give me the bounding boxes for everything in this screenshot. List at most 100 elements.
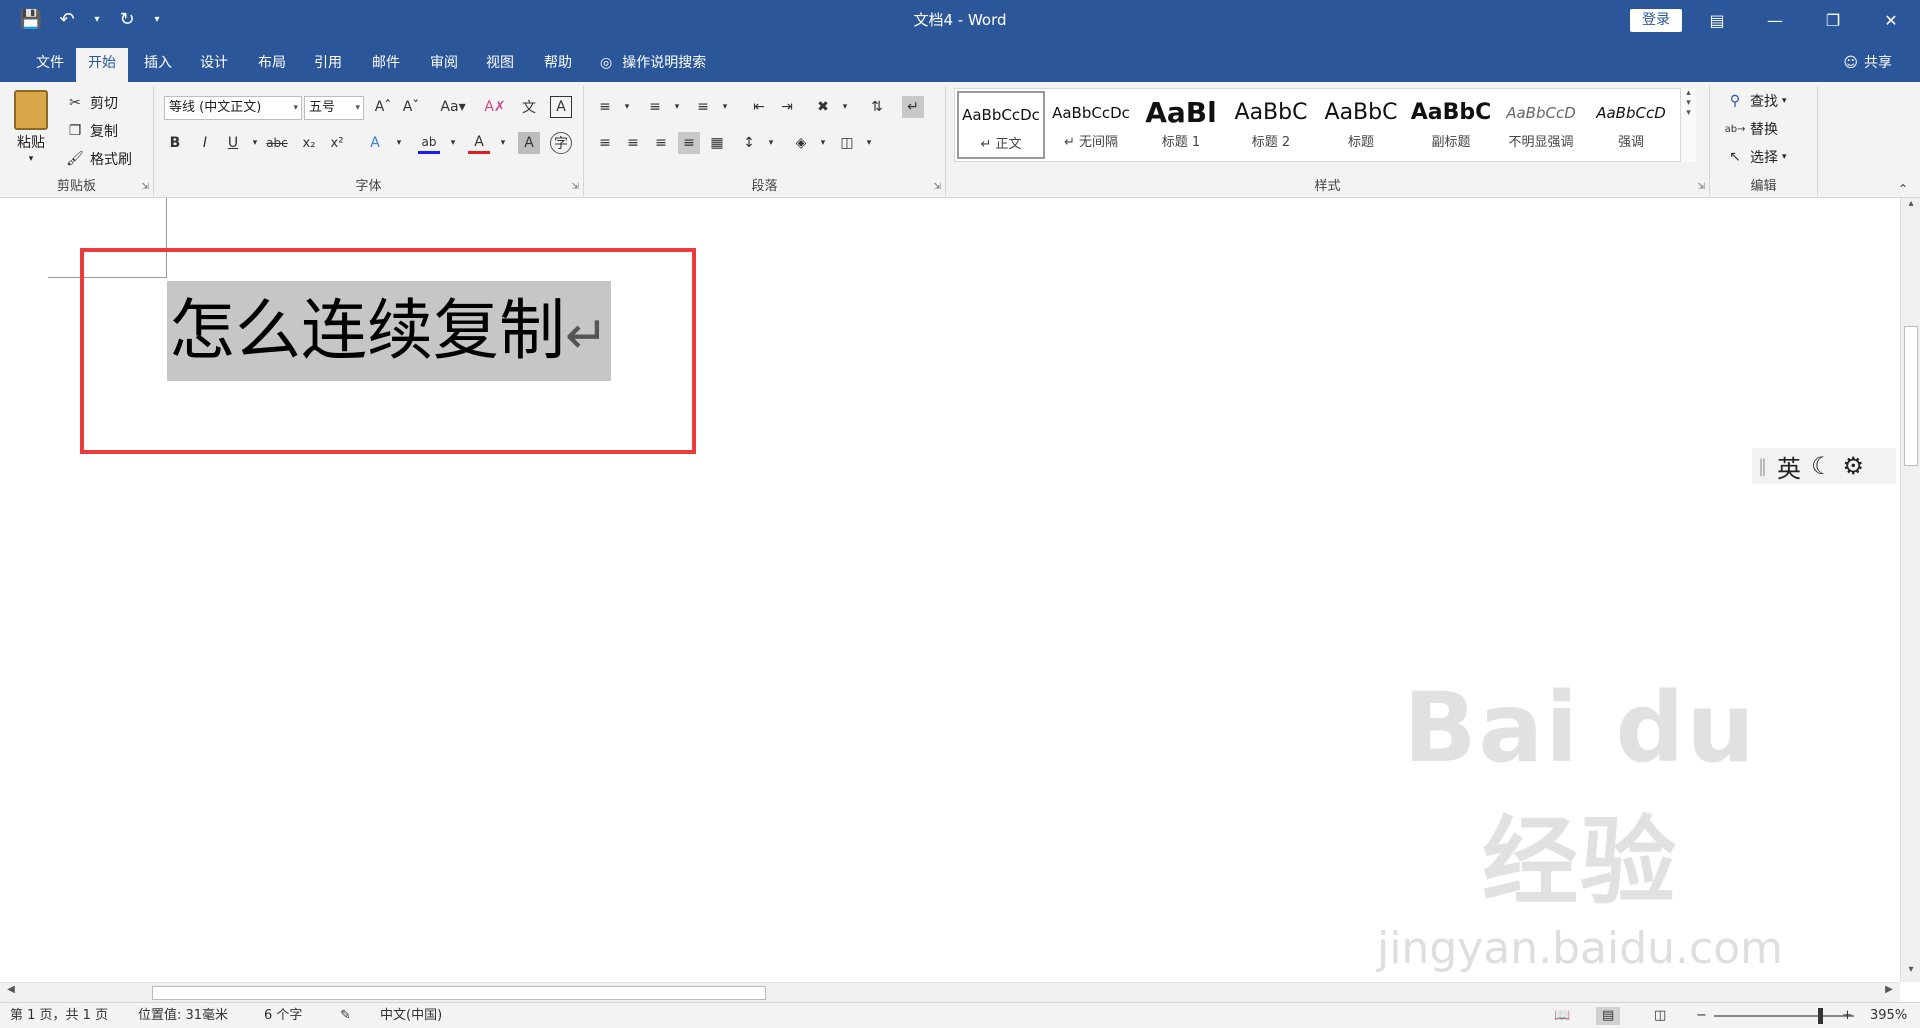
font-size-select[interactable]: 五号 ▾ xyxy=(304,96,364,120)
font-color-icon[interactable]: A xyxy=(468,132,490,154)
line-spacing-icon[interactable]: ↕ xyxy=(738,132,760,154)
restore-icon[interactable]: ❐ xyxy=(1804,0,1862,40)
cut-button[interactable]: ✂ 剪切 xyxy=(64,92,118,114)
show-marks-icon[interactable]: ↵ xyxy=(902,96,924,118)
moon-icon[interactable]: ☾ xyxy=(1811,452,1833,480)
zoom-slider[interactable] xyxy=(1714,1015,1854,1017)
scroll-up-icon[interactable]: ▴ xyxy=(1901,198,1920,216)
style-heading-1[interactable]: AaBl 标题 1 xyxy=(1137,91,1225,159)
chinese-layout-icon[interactable]: ✖ xyxy=(812,96,834,118)
gear-icon[interactable]: ⚙ xyxy=(1843,452,1865,480)
print-layout-icon[interactable]: ▤ xyxy=(1596,1007,1621,1025)
gallery-more-icon[interactable]: ▾ xyxy=(1681,108,1696,118)
customize-icon[interactable]: ▾ xyxy=(150,6,164,32)
styles-launcher-icon[interactable]: ⇲ xyxy=(1697,182,1705,192)
login-button[interactable]: 登录 xyxy=(1630,9,1682,32)
zoom-in-icon[interactable]: + xyxy=(1842,1007,1853,1025)
align-left-icon[interactable]: ≡ xyxy=(594,132,616,154)
tab-references[interactable]: 引用 xyxy=(302,48,354,82)
style-title[interactable]: AaBbC 标题 xyxy=(1317,91,1405,159)
strikethrough-icon[interactable]: abc xyxy=(266,132,288,154)
font-name-select[interactable]: 等线 (中文正文) ▾ xyxy=(164,96,302,120)
line-spacing-dropdown-icon[interactable]: ▾ xyxy=(760,132,782,154)
align-right-icon[interactable]: ≡ xyxy=(650,132,672,154)
gallery-up-icon[interactable]: ▴ xyxy=(1681,88,1696,98)
paste-button[interactable]: 粘贴 ▾ xyxy=(14,90,48,164)
sort-icon[interactable]: ⇅ xyxy=(866,96,888,118)
align-center-icon[interactable]: ≡ xyxy=(622,132,644,154)
styles-gallery-scroll[interactable]: ▴ ▾ ▾ xyxy=(1680,88,1696,162)
style-subtitle[interactable]: AaBbC 副标题 xyxy=(1407,91,1495,159)
tell-me-search[interactable]: ◎ 操作说明搜索 xyxy=(600,48,706,78)
underline-dropdown-icon[interactable]: ▾ xyxy=(244,132,266,154)
page-count[interactable]: 第 1 页，共 1 页 xyxy=(10,1007,108,1025)
undo-icon[interactable]: ↶ xyxy=(54,6,80,32)
increase-indent-icon[interactable]: ⇥ xyxy=(776,96,798,118)
shading-dropdown-icon[interactable]: ▾ xyxy=(812,132,834,154)
borders-icon[interactable]: ◫ xyxy=(836,132,858,154)
text-effects-dropdown-icon[interactable]: ▾ xyxy=(388,132,410,154)
clear-formatting-icon[interactable]: A✗ xyxy=(484,96,506,118)
tab-view[interactable]: 视图 xyxy=(474,48,526,82)
decrease-indent-icon[interactable]: ⇤ xyxy=(748,96,770,118)
justify-icon[interactable]: ≡ xyxy=(678,132,700,154)
share-button[interactable]: ☺ 共享 xyxy=(1843,48,1892,78)
minimize-icon[interactable]: — xyxy=(1746,0,1804,40)
zoom-slider-handle[interactable] xyxy=(1818,1008,1823,1024)
tab-layout[interactable]: 布局 xyxy=(246,48,298,82)
gallery-down-icon[interactable]: ▾ xyxy=(1681,98,1696,108)
italic-icon[interactable]: I xyxy=(194,132,216,154)
character-border-icon[interactable]: A xyxy=(550,96,572,118)
borders-dropdown-icon[interactable]: ▾ xyxy=(858,132,880,154)
undo-dropdown-icon[interactable]: ▾ xyxy=(90,6,104,32)
bold-icon[interactable]: B xyxy=(164,132,186,154)
style-heading-2[interactable]: AaBbC 标题 2 xyxy=(1227,91,1315,159)
tab-file[interactable]: 文件 xyxy=(24,48,76,82)
superscript-icon[interactable]: x² xyxy=(326,132,348,154)
enclose-characters-icon[interactable]: 字 xyxy=(550,132,572,154)
distributed-icon[interactable]: ▦ xyxy=(706,132,728,154)
find-button[interactable]: ⚲ 查找 ▾ xyxy=(1724,90,1787,112)
underline-icon[interactable]: U xyxy=(222,132,244,154)
word-count[interactable]: 6 个字 xyxy=(264,1007,302,1025)
document-canvas[interactable]: 怎么连续复制↵ ‖ 英 ☾ ⚙ Bai du 经验 jingyan.baidu.… xyxy=(0,198,1900,982)
font-launcher-icon[interactable]: ⇲ xyxy=(571,182,579,192)
highlight-icon[interactable]: ab xyxy=(418,132,440,154)
numbering-icon[interactable]: ≡ xyxy=(644,96,666,118)
change-case-icon[interactable]: Aa▾ xyxy=(436,96,470,118)
shading-icon[interactable]: ◈ xyxy=(790,132,812,154)
shrink-font-icon[interactable]: Aˇ xyxy=(400,96,422,118)
redo-icon[interactable]: ↻ xyxy=(114,6,140,32)
tab-design[interactable]: 设计 xyxy=(188,48,240,82)
numbering-dropdown-icon[interactable]: ▾ xyxy=(666,96,688,118)
collapse-ribbon-icon[interactable]: ⌃ xyxy=(1892,178,1914,200)
format-painter-button[interactable]: 🖌 格式刷 xyxy=(64,148,132,170)
tab-review[interactable]: 审阅 xyxy=(418,48,470,82)
style-normal[interactable]: AaBbCcDc ↵ 正文 xyxy=(957,91,1045,159)
tab-help[interactable]: 帮助 xyxy=(532,48,584,82)
bullets-dropdown-icon[interactable]: ▾ xyxy=(616,96,638,118)
character-shading-icon[interactable]: A xyxy=(518,132,540,154)
ribbon-display-icon[interactable]: ▤ xyxy=(1688,0,1746,40)
font-color-dropdown-icon[interactable]: ▾ xyxy=(492,132,514,154)
ime-language[interactable]: 英 xyxy=(1777,449,1801,484)
style-subtle-emphasis[interactable]: AaBbCcD 不明显强调 xyxy=(1497,91,1585,159)
tab-mailings[interactable]: 邮件 xyxy=(360,48,412,82)
vertical-scroll-thumb[interactable] xyxy=(1904,326,1918,466)
subscript-icon[interactable]: x₂ xyxy=(298,132,320,154)
style-no-spacing[interactable]: AaBbCcDc ↵ 无间隔 xyxy=(1047,91,1135,159)
multilevel-dropdown-icon[interactable]: ▾ xyxy=(714,96,736,118)
style-emphasis[interactable]: AaBbCcD 强调 xyxy=(1587,91,1675,159)
zoom-level[interactable]: 395% xyxy=(1870,1007,1907,1025)
chinese-layout-dropdown-icon[interactable]: ▾ xyxy=(834,96,856,118)
proofing-icon[interactable]: ✎ xyxy=(340,1007,351,1025)
web-layout-icon[interactable]: ◫ xyxy=(1654,1007,1666,1025)
copy-button[interactable]: ❐ 复制 xyxy=(64,120,118,142)
tab-home[interactable]: 开始 xyxy=(76,48,128,82)
vertical-scrollbar[interactable]: ▴ ▾ xyxy=(1900,198,1920,982)
read-mode-icon[interactable]: 📖 xyxy=(1554,1007,1570,1025)
scroll-right-icon[interactable]: ▶ xyxy=(1880,984,1898,995)
zoom-out-icon[interactable]: − xyxy=(1696,1007,1707,1025)
select-button[interactable]: ↖ 选择 ▾ xyxy=(1724,146,1786,168)
save-icon[interactable]: 💾 xyxy=(18,6,44,32)
